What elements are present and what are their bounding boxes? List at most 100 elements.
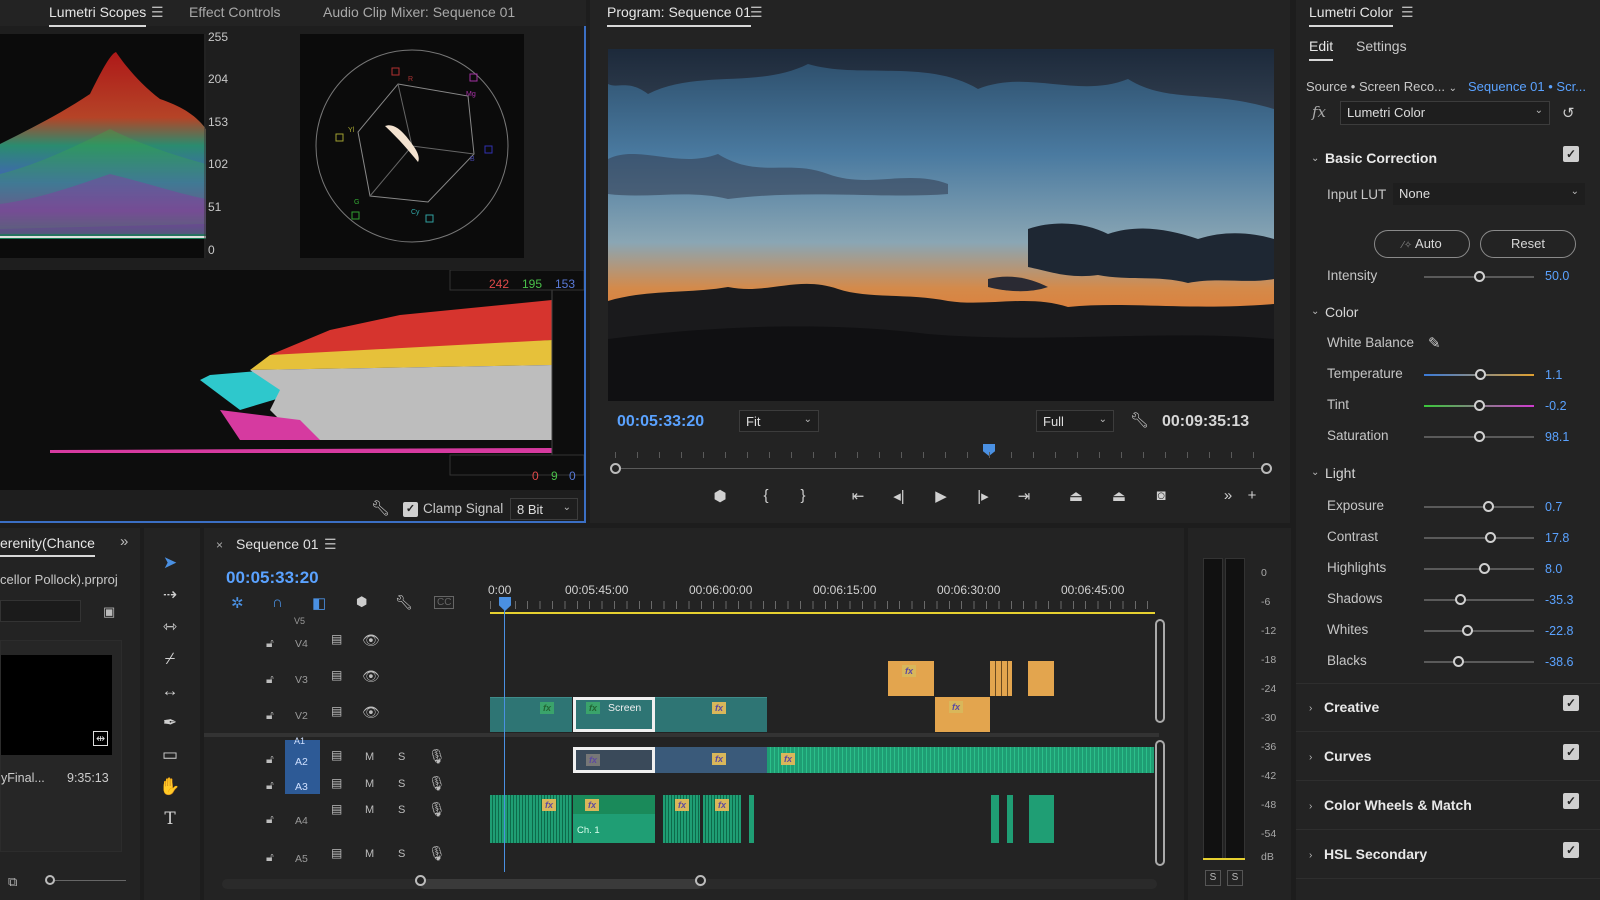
- shadows-value[interactable]: -35.3: [1545, 593, 1574, 607]
- tab-effect-controls[interactable]: Effect Controls: [189, 4, 281, 20]
- reset-effect-icon[interactable]: ↺: [1562, 104, 1575, 122]
- track-a5-label[interactable]: A5: [295, 853, 308, 865]
- audio-clip[interactable]: fx: [703, 795, 741, 843]
- blacks-slider-knob[interactable]: [1453, 656, 1464, 667]
- hsl-secondary-section-header[interactable]: HSL Secondary: [1324, 846, 1427, 862]
- lock-icon[interactable]: 🔓︎: [266, 708, 274, 723]
- track-v3-label[interactable]: V3: [295, 674, 308, 686]
- whites-value[interactable]: -22.8: [1545, 624, 1574, 638]
- audio-clip[interactable]: [490, 795, 530, 843]
- solo-button[interactable]: S: [398, 848, 405, 860]
- mute-button[interactable]: M: [365, 751, 374, 763]
- audio-clip[interactable]: fx: [655, 747, 767, 773]
- track-a3-label[interactable]: A3: [295, 781, 308, 793]
- solo-right-button[interactable]: S: [1227, 870, 1243, 886]
- exposure-slider-knob[interactable]: [1483, 501, 1494, 512]
- program-settings-wrench-icon[interactable]: 🔧︎: [1130, 411, 1149, 429]
- sequence-tab[interactable]: Sequence 01: [236, 536, 319, 552]
- basic-correction-header[interactable]: Basic Correction: [1325, 150, 1437, 166]
- intensity-slider-knob[interactable]: [1474, 271, 1485, 282]
- vertical-scroll-audio[interactable]: [1155, 740, 1165, 866]
- audio-clip-waveform[interactable]: fx: [767, 747, 1154, 773]
- sequence-clip-link[interactable]: Sequence 01 • Scr...: [1468, 79, 1586, 94]
- color-wheels-checkbox[interactable]: ✓: [1563, 793, 1579, 809]
- sync-lock-icon[interactable]: ▤: [331, 632, 342, 646]
- timeline-clip[interactable]: [1028, 661, 1054, 696]
- contrast-slider-knob[interactable]: [1485, 532, 1496, 543]
- program-current-timecode[interactable]: 00:05:33:20: [617, 413, 704, 431]
- captions-icon[interactable]: CC: [434, 596, 455, 609]
- shadows-slider-knob[interactable]: [1455, 594, 1466, 605]
- work-area-bar[interactable]: [490, 612, 1155, 614]
- mute-button[interactable]: M: [365, 848, 374, 860]
- light-section-header[interactable]: Light: [1325, 465, 1355, 481]
- mute-button[interactable]: M: [365, 804, 374, 816]
- mark-in-icon[interactable]: {: [755, 487, 777, 504]
- contrast-slider-track[interactable]: [1424, 537, 1534, 539]
- chevron-right-icon[interactable]: ›: [1309, 801, 1312, 812]
- sync-lock-icon[interactable]: ▤: [331, 668, 342, 682]
- audio-clip[interactable]: [991, 795, 999, 843]
- lumetri-menu-icon[interactable]: ☰: [1401, 4, 1414, 21]
- microphone-icon[interactable]: 🎙︎: [428, 775, 446, 792]
- saturation-value[interactable]: 98.1: [1545, 430, 1569, 444]
- timeline-clip[interactable]: fx: [935, 697, 990, 732]
- add-marker-icon[interactable]: ⬢: [356, 594, 367, 610]
- whites-slider-track[interactable]: [1424, 630, 1534, 632]
- vertical-scroll-video[interactable]: [1155, 619, 1165, 723]
- step-back-icon[interactable]: ◂|: [888, 487, 910, 505]
- hsl-secondary-checkbox[interactable]: ✓: [1563, 842, 1579, 858]
- program-menu-icon[interactable]: ☰: [750, 4, 763, 21]
- eye-icon[interactable]: 👁︎: [362, 632, 380, 649]
- track-a2-label[interactable]: A2: [295, 756, 308, 768]
- pen-tool-icon[interactable]: ✒: [158, 713, 182, 733]
- tint-slider-knob[interactable]: [1474, 400, 1485, 411]
- eyedropper-icon[interactable]: ✎: [1428, 334, 1441, 352]
- curves-checkbox[interactable]: ✓: [1563, 744, 1579, 760]
- highlights-value[interactable]: 8.0: [1545, 562, 1562, 576]
- effect-dropdown[interactable]: Lumetri Color ⌄: [1340, 101, 1550, 125]
- lock-icon[interactable]: 🔓︎: [266, 812, 274, 827]
- chevron-down-icon[interactable]: ⌄: [1311, 467, 1319, 478]
- tab-edit[interactable]: Edit: [1309, 38, 1334, 61]
- timeline-clip[interactable]: [990, 661, 1012, 696]
- saturation-slider-knob[interactable]: [1474, 431, 1485, 442]
- timeline-clip[interactable]: fx: [530, 697, 572, 732]
- blacks-value[interactable]: -38.6: [1545, 655, 1574, 669]
- hand-tool-icon[interactable]: ✋: [158, 777, 182, 797]
- button-editor-plus-icon[interactable]: +: [1241, 487, 1263, 504]
- whites-slider-knob[interactable]: [1462, 625, 1473, 636]
- zoom-slider-track[interactable]: [50, 880, 126, 881]
- audio-clip-selected[interactable]: fx: [573, 747, 655, 773]
- curves-section-header[interactable]: Curves: [1324, 748, 1371, 764]
- timeline-clip[interactable]: fx: [888, 661, 934, 696]
- eye-icon[interactable]: 👁︎: [362, 704, 380, 721]
- snap-icon[interactable]: ✲: [231, 594, 244, 612]
- step-forward-icon[interactable]: |▸: [972, 487, 994, 505]
- microphone-icon[interactable]: 🎙︎: [428, 845, 446, 862]
- creative-checkbox[interactable]: ✓: [1563, 695, 1579, 711]
- lock-icon[interactable]: 🔓︎: [266, 850, 274, 865]
- sync-lock-icon[interactable]: ▤: [331, 704, 342, 718]
- selection-tool-icon[interactable]: ➤: [158, 553, 182, 573]
- sync-lock-icon[interactable]: ▤: [331, 776, 342, 790]
- solo-left-button[interactable]: S: [1205, 870, 1221, 886]
- solo-button[interactable]: S: [398, 778, 405, 790]
- audio-clip-ch1[interactable]: fx Ch. 1: [573, 795, 655, 843]
- tab-audio-clip-mixer[interactable]: Audio Clip Mixer: Sequence 01: [323, 4, 515, 20]
- scrubber-start-handle[interactable]: [610, 463, 621, 474]
- source-dropdown[interactable]: Source • Screen Reco... ⌄: [1306, 79, 1457, 94]
- temperature-slider-knob[interactable]: [1475, 369, 1486, 380]
- color-wheels-section-header[interactable]: Color Wheels & Match: [1324, 797, 1472, 813]
- track-a4-label[interactable]: A4: [295, 815, 308, 827]
- creative-section-header[interactable]: Creative: [1324, 699, 1379, 715]
- track-v2-label[interactable]: V2: [295, 710, 308, 722]
- freeform-view-icon[interactable]: ⧉: [8, 874, 17, 890]
- microphone-icon[interactable]: 🎙︎: [428, 801, 446, 818]
- audio-clip[interactable]: fx: [663, 795, 700, 843]
- highlights-slider-knob[interactable]: [1479, 563, 1490, 574]
- bit-depth-dropdown[interactable]: 8 Bit ⌄: [510, 498, 578, 520]
- blacks-slider-track[interactable]: [1424, 661, 1534, 663]
- selected-clip-screen[interactable]: fx Screen: [573, 697, 655, 732]
- timeline-clip[interactable]: fx: [700, 697, 767, 732]
